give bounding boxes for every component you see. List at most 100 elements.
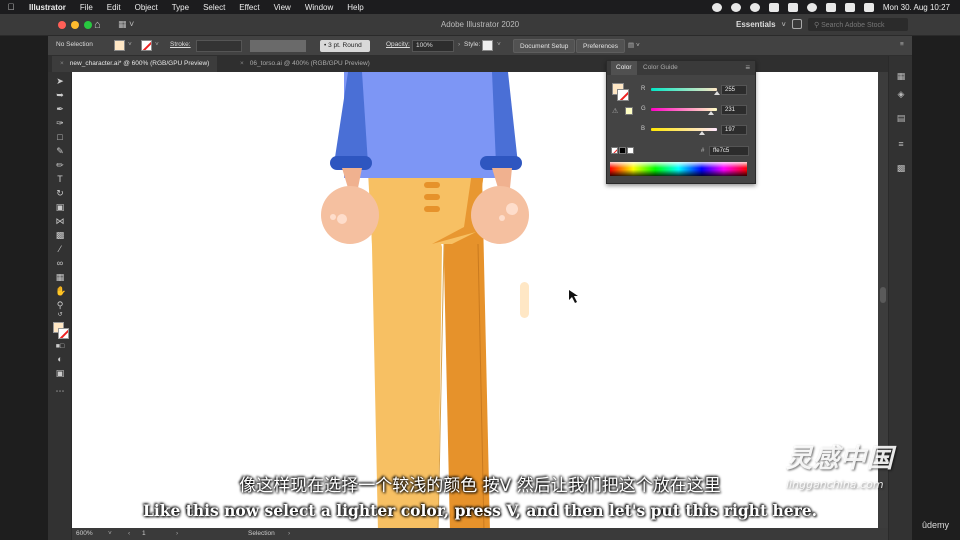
panel-menu-icon[interactable]: ≡	[745, 63, 750, 72]
tab-new-character[interactable]: × new_character.ai* @ 600% (RGB/GPU Previ…	[52, 56, 218, 72]
rectangle-tool-icon[interactable]: □	[55, 132, 65, 142]
preferences-button[interactable]: Preferences	[576, 39, 626, 53]
white-swatch[interactable]	[627, 147, 634, 154]
zoom-tool-icon[interactable]: ⚲	[55, 300, 65, 310]
curvature-tool-icon[interactable]: ✑	[55, 118, 65, 128]
align-panel-icon[interactable]: ▤	[896, 114, 906, 123]
tab-color-guide[interactable]: Color Guide	[643, 64, 678, 71]
menu-select[interactable]: Select	[196, 3, 232, 12]
menu-edit[interactable]: Edit	[100, 3, 128, 12]
workspace-switcher[interactable]: Essentials ˅	[736, 20, 786, 29]
green-value[interactable]: 231	[721, 105, 747, 115]
opacity-arrow-icon[interactable]: ›	[458, 41, 460, 48]
swap-fill-stroke-icon[interactable]: ↺	[55, 310, 65, 320]
menu-object[interactable]: Object	[128, 3, 165, 12]
close-tab-icon[interactable]: ×	[60, 60, 64, 67]
apple-menu-icon[interactable]: 	[0, 2, 22, 12]
selection-tool-icon[interactable]: ➤	[55, 76, 65, 86]
wifi-icon[interactable]	[844, 2, 855, 12]
zoom-dropdown-icon[interactable]: ˅	[108, 530, 112, 537]
type-tool-icon[interactable]: T	[55, 174, 65, 184]
green-slider[interactable]: G 231	[641, 105, 753, 115]
edit-toolbar-icon[interactable]: ⋯	[55, 386, 65, 396]
direct-selection-tool-icon[interactable]: ➥	[55, 90, 65, 100]
stock-icon[interactable]	[792, 19, 802, 29]
panel-menu-icon[interactable]: ≡	[900, 41, 904, 48]
red-value[interactable]: 255	[721, 85, 747, 95]
shaper-tool-icon[interactable]: ✏	[55, 160, 65, 170]
close-tab-icon[interactable]: ×	[240, 60, 244, 67]
scrollbar-thumb[interactable]	[880, 287, 886, 303]
opacity-input[interactable]: 100%	[412, 40, 454, 52]
paintbrush-tool-icon[interactable]: ✎	[55, 146, 65, 156]
record-icon[interactable]	[711, 2, 722, 12]
properties-panel-icon[interactable]: ▦	[896, 72, 906, 81]
gradient-tool-icon[interactable]: ▩	[55, 230, 65, 240]
stroke-dropdown-icon[interactable]: ˅	[155, 41, 159, 48]
color-mode-icons[interactable]: ■□	[55, 342, 65, 352]
adobe-stock-search-input[interactable]: ⚲ Search Adobe Stock	[808, 18, 908, 31]
stroke-label[interactable]: Stroke:	[170, 41, 191, 48]
black-swatch[interactable]	[619, 147, 626, 154]
next-artboard-icon[interactable]: ›	[176, 530, 178, 537]
screen-mode-icon[interactable]: ▣	[55, 368, 65, 378]
artboard-number[interactable]: 1	[142, 530, 146, 537]
menu-file[interactable]: File	[73, 3, 100, 12]
variable-width-profile[interactable]	[250, 40, 306, 52]
color-panel-stroke-swatch[interactable]	[617, 89, 629, 101]
circle-icon[interactable]	[806, 2, 817, 12]
search-icon[interactable]	[825, 2, 836, 12]
menu-view[interactable]: View	[267, 3, 298, 12]
document-setup-button[interactable]: Document Setup	[513, 39, 576, 53]
stroke-swatch[interactable]	[141, 40, 152, 51]
red-track[interactable]	[651, 88, 717, 91]
transform-panel-icon[interactable]: ▩	[896, 164, 906, 173]
green-thumb[interactable]	[707, 111, 714, 115]
prev-artboard-icon[interactable]: ‹	[128, 530, 130, 537]
stroke-panel-icon[interactable]: ≡	[896, 140, 906, 149]
red-thumb[interactable]	[714, 91, 720, 95]
web-safe-swatch[interactable]	[625, 107, 633, 115]
blue-thumb[interactable]	[699, 131, 706, 135]
menu-window[interactable]: Window	[298, 3, 340, 12]
pen-tool-icon[interactable]: ✒	[55, 104, 65, 114]
stroke-weight-input[interactable]	[196, 40, 242, 52]
status-arrow-icon[interactable]: ›	[288, 530, 290, 537]
fill-swatch[interactable]	[114, 40, 125, 51]
blend-tool-icon[interactable]: ∞	[55, 258, 65, 268]
none-swatch[interactable]	[611, 147, 618, 154]
style-dropdown-icon[interactable]: ˅	[497, 41, 501, 48]
hand-tool-icon[interactable]: ✋	[55, 286, 66, 296]
rotate-tool-icon[interactable]: ↻	[55, 188, 65, 198]
hex-input[interactable]: ffe7c5	[709, 146, 749, 156]
artboard-tool-icon[interactable]: ▦	[55, 272, 65, 282]
zoom-level[interactable]: 600%	[76, 530, 93, 537]
scale-tool-icon[interactable]: ▣	[55, 202, 65, 212]
menu-type[interactable]: Type	[165, 3, 196, 12]
tab-color[interactable]: Color	[611, 61, 637, 75]
width-tool-icon[interactable]: ⋈	[55, 216, 65, 226]
creative-cloud-icon[interactable]	[730, 2, 741, 12]
blue-value[interactable]: 197	[721, 125, 747, 135]
eyedropper-tool-icon[interactable]: ⁄	[55, 244, 65, 254]
arrange-icon[interactable]: ▤ ˅	[628, 41, 640, 49]
fill-dropdown-icon[interactable]: ˅	[128, 41, 132, 48]
battery-icon[interactable]	[863, 2, 874, 12]
red-slider[interactable]: R 255	[641, 85, 753, 95]
blue-track[interactable]	[651, 128, 717, 131]
menu-effect[interactable]: Effect	[232, 3, 266, 12]
graphic-style-swatch[interactable]	[482, 40, 493, 51]
menu-app-name[interactable]: Illustrator	[22, 3, 73, 12]
text-icon[interactable]	[787, 2, 798, 12]
brush-definition-dropdown[interactable]: • 3 pt. Round	[320, 40, 370, 52]
menu-help[interactable]: Help	[340, 3, 370, 12]
cloud-icon[interactable]	[749, 2, 760, 12]
drawing-mode-icon[interactable]: ◐	[55, 354, 65, 364]
tab-torso[interactable]: × 06_torso.ai @ 400% (RGB/GPU Preview)	[232, 56, 378, 72]
opacity-label[interactable]: Opacity:	[386, 41, 410, 48]
out-of-gamut-icon[interactable]: ⚠	[612, 107, 618, 115]
layers-panel-icon[interactable]: ◈	[896, 90, 906, 99]
blue-slider[interactable]: B 197	[641, 125, 753, 135]
toolbar-stroke-swatch[interactable]	[58, 328, 69, 339]
notification-icon[interactable]	[768, 2, 779, 12]
